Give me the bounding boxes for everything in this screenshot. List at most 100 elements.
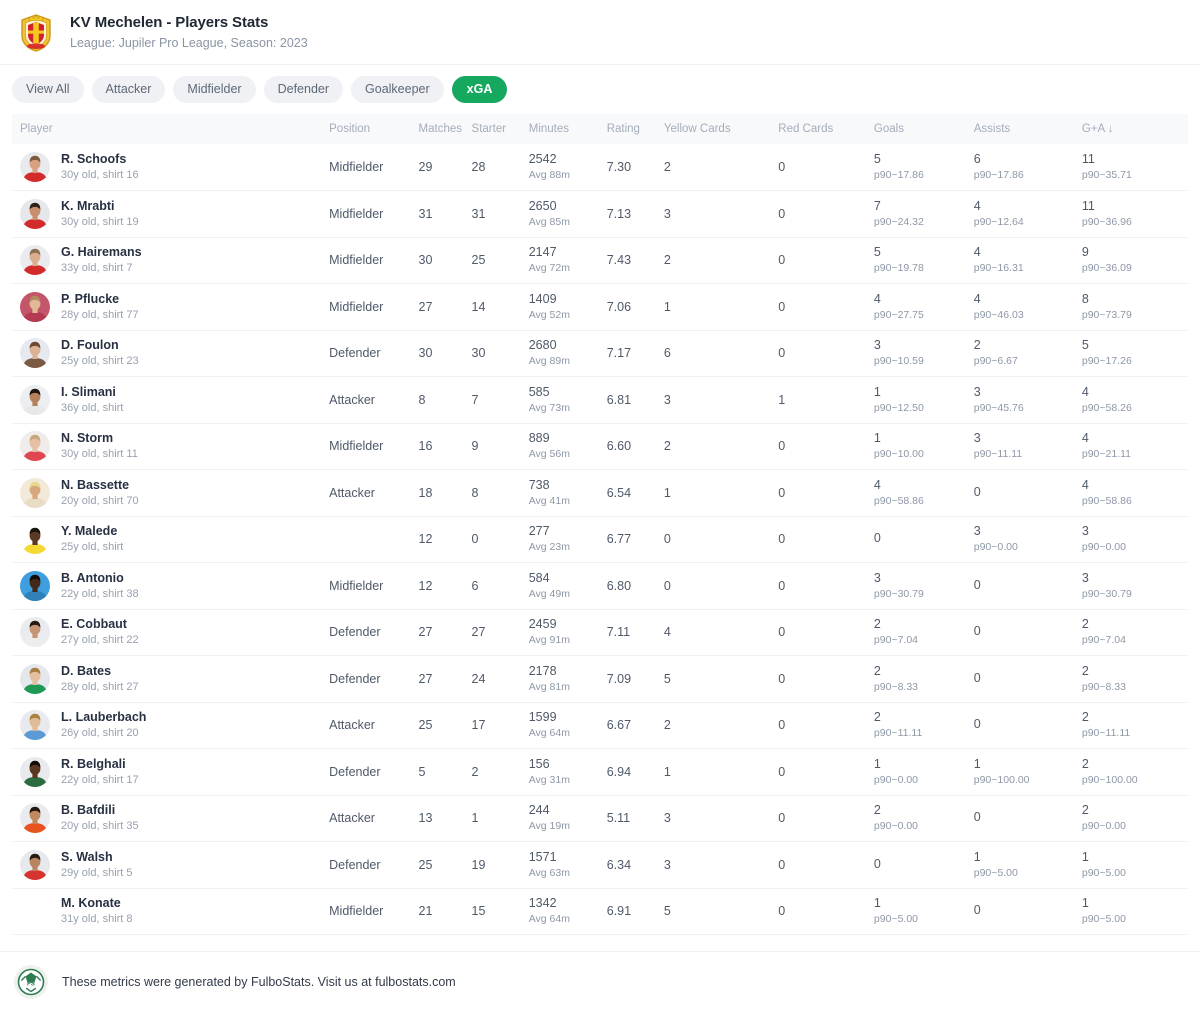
table-row[interactable]: B. Antonio 22y old, shirt 38 Midfielder 12 6… [12, 562, 1188, 610]
starter-value: 25 [471, 253, 486, 268]
rating-value: 5.11 [606, 811, 631, 826]
assists-per90: p90~16.31 [973, 262, 1024, 275]
matches-value: 12 [418, 532, 433, 547]
cell-player[interactable]: S. Walsh 29y old, shirt 5 [12, 841, 330, 889]
player-name: P. Pflucke [61, 291, 120, 306]
cell-yellow-cards: 3 [663, 190, 779, 238]
filter-pill-goalkeeper[interactable]: Goalkeeper [351, 75, 444, 103]
table-row[interactable]: K. Mrabti 30y old, shirt 19 Midfielder 31 31… [12, 190, 1188, 238]
matches-value: 27 [418, 299, 433, 314]
column-header-matches[interactable]: Matches [418, 114, 472, 144]
cell-minutes: 1342 Avg 64m [528, 888, 607, 935]
cell-player[interactable]: B. Antonio 22y old, shirt 38 [12, 562, 330, 610]
cell-matches: 21 [418, 888, 472, 935]
cell-player[interactable]: P. Pflucke 28y old, shirt 77 [12, 283, 330, 331]
ga-per90: p90~100.00 [1081, 773, 1138, 786]
ga-value: 4 [1081, 384, 1089, 399]
cell-player[interactable]: R. Schoofs 30y old, shirt 16 [12, 144, 330, 191]
table-row[interactable]: S. Walsh 29y old, shirt 5 Defender 25 19 1571… [12, 841, 1188, 889]
position-value: Defender [329, 625, 381, 640]
cell-player[interactable]: B. Bafdili 20y old, shirt 35 [12, 795, 330, 842]
page-title: KV Mechelen - Players Stats [70, 13, 269, 31]
goals-value: 5 [873, 245, 881, 260]
table-row[interactable]: R. Belghali 22y old, shirt 17 Defender 5 2 15… [12, 748, 1188, 796]
player-meta: 25y old, shirt [61, 541, 124, 554]
table-row[interactable]: N. Storm 30y old, shirt 11 Midfielder 16 9 88… [12, 423, 1188, 470]
column-header-red-cards[interactable]: Red Cards [778, 114, 874, 144]
filter-pill-attacker[interactable]: Attacker [91, 75, 166, 103]
cell-red-cards: 0 [778, 562, 874, 610]
cell-starter: 17 [471, 702, 529, 749]
cell-player[interactable]: N. Storm 30y old, shirt 11 [12, 423, 330, 470]
column-header-starter[interactable]: Starter [471, 114, 529, 144]
cell-player[interactable]: M. Konate 31y old, shirt 8 [12, 888, 330, 935]
player-name: N. Storm [61, 431, 114, 446]
rating-value: 7.13 [606, 206, 632, 221]
column-header-assists[interactable]: Assists [973, 114, 1082, 144]
table-row[interactable]: D. Bates 28y old, shirt 27 Defender 27 24 217… [12, 655, 1188, 703]
cell-assists: 1 p90~5.00 [973, 841, 1082, 889]
cell-player[interactable]: L. Lauberbach 26y old, shirt 20 [12, 702, 330, 749]
red-cards-value: 0 [778, 904, 786, 919]
cell-ga: 5 p90~17.26 [1081, 330, 1188, 377]
filter-pill-midfielder[interactable]: Midfielder [173, 75, 256, 103]
cell-starter: 24 [471, 655, 529, 703]
cell-player[interactable]: R. Belghali 22y old, shirt 17 [12, 748, 330, 796]
table-row[interactable]: M. Konate 31y old, shirt 8 Midfielder 21 15 1… [12, 888, 1188, 935]
cell-player[interactable]: I. Slimani 36y old, shirt [12, 376, 330, 424]
table-row[interactable]: P. Pflucke 28y old, shirt 77 Midfielder 27 1… [12, 283, 1188, 331]
table-row[interactable]: D. Foulon 25y old, shirt 23 Defender 30 30 26… [12, 330, 1188, 377]
rating-value: 6.67 [606, 718, 632, 733]
column-header-yellow-cards[interactable]: Yellow Cards [663, 114, 779, 144]
filter-pill-xga[interactable]: xGA [451, 75, 508, 103]
cell-minutes: 585 Avg 73m [528, 376, 607, 424]
page-subtitle: League: Jupiler Pro League, Season: 2023 [70, 35, 308, 50]
starter-value: 17 [471, 718, 486, 733]
table-row[interactable]: E. Cobbaut 27y old, shirt 22 Defender 27 27 2… [12, 609, 1188, 656]
ga-value: 2 [1081, 756, 1089, 771]
table-row[interactable]: Y. Malede 25y old, shirt 12 0 277 Avg 23m 6.77… [12, 516, 1188, 563]
cell-goals: 3 p90~30.79 [873, 562, 974, 610]
cell-player[interactable]: D. Foulon 25y old, shirt 23 [12, 330, 330, 377]
player-avatar [20, 384, 50, 415]
column-header-rating[interactable]: Rating [606, 114, 664, 144]
cell-goals: 5 p90~17.86 [873, 144, 974, 191]
filter-pill-view-all[interactable]: View All [12, 75, 84, 103]
table-row[interactable]: I. Slimani 36y old, shirt Attacker 8 7 585 Avg… [12, 376, 1188, 424]
matches-value: 27 [418, 671, 433, 686]
cell-rating: 6.80 [606, 562, 664, 610]
player-avatar [20, 849, 50, 880]
column-header-goals[interactable]: Goals [873, 114, 974, 144]
cell-goals: 1 p90~10.00 [873, 423, 974, 470]
cell-player[interactable]: E. Cobbaut 27y old, shirt 22 [12, 609, 330, 656]
cell-starter: 31 [471, 190, 529, 238]
cell-player[interactable]: K. Mrabti 30y old, shirt 19 [12, 190, 330, 238]
player-name: B. Antonio [61, 570, 124, 585]
cell-player[interactable]: G. Hairemans 33y old, shirt 7 [12, 237, 330, 284]
table-row[interactable]: G. Hairemans 33y old, shirt 7 Midfielder 30… [12, 237, 1188, 284]
minutes-value: 1599 [528, 710, 557, 725]
rating-value: 6.81 [606, 392, 632, 407]
column-header-ga-sorted[interactable]: G+A ↓ [1081, 114, 1188, 144]
position-value: Attacker [329, 718, 375, 733]
footer-credit-text: These metrics were generated by FulboSta… [62, 974, 456, 989]
header-text-block: KV Mechelen - Players Stats League: Jupi… [70, 14, 308, 52]
cell-player[interactable]: Y. Malede 25y old, shirt [12, 516, 330, 563]
player-avatar [20, 710, 50, 741]
column-header-position[interactable]: Position [329, 114, 419, 144]
table-row[interactable]: R. Schoofs 30y old, shirt 16 Midfielder 29 2… [12, 144, 1188, 191]
cell-player[interactable]: D. Bates 28y old, shirt 27 [12, 655, 330, 703]
column-header-minutes[interactable]: Minutes [528, 114, 607, 144]
goals-value: 3 [873, 338, 881, 353]
filter-pill-defender[interactable]: Defender [263, 75, 344, 103]
cell-starter: 6 [471, 562, 529, 610]
table-row[interactable]: B. Bafdili 20y old, shirt 35 Attacker 13 1 24… [12, 795, 1188, 842]
cell-player[interactable]: N. Bassette 20y old, shirt 70 [12, 469, 330, 517]
yellow-cards-value: 1 [663, 485, 671, 500]
yellow-cards-value: 2 [663, 439, 671, 454]
cell-rating: 7.09 [606, 655, 664, 703]
table-row[interactable]: L. Lauberbach 26y old, shirt 20 Attacker 25… [12, 702, 1188, 749]
column-header-player[interactable]: Player [12, 114, 330, 144]
table-row[interactable]: N. Bassette 20y old, shirt 70 Attacker 18 8 7… [12, 469, 1188, 517]
cell-assists: 0 [973, 702, 1082, 749]
